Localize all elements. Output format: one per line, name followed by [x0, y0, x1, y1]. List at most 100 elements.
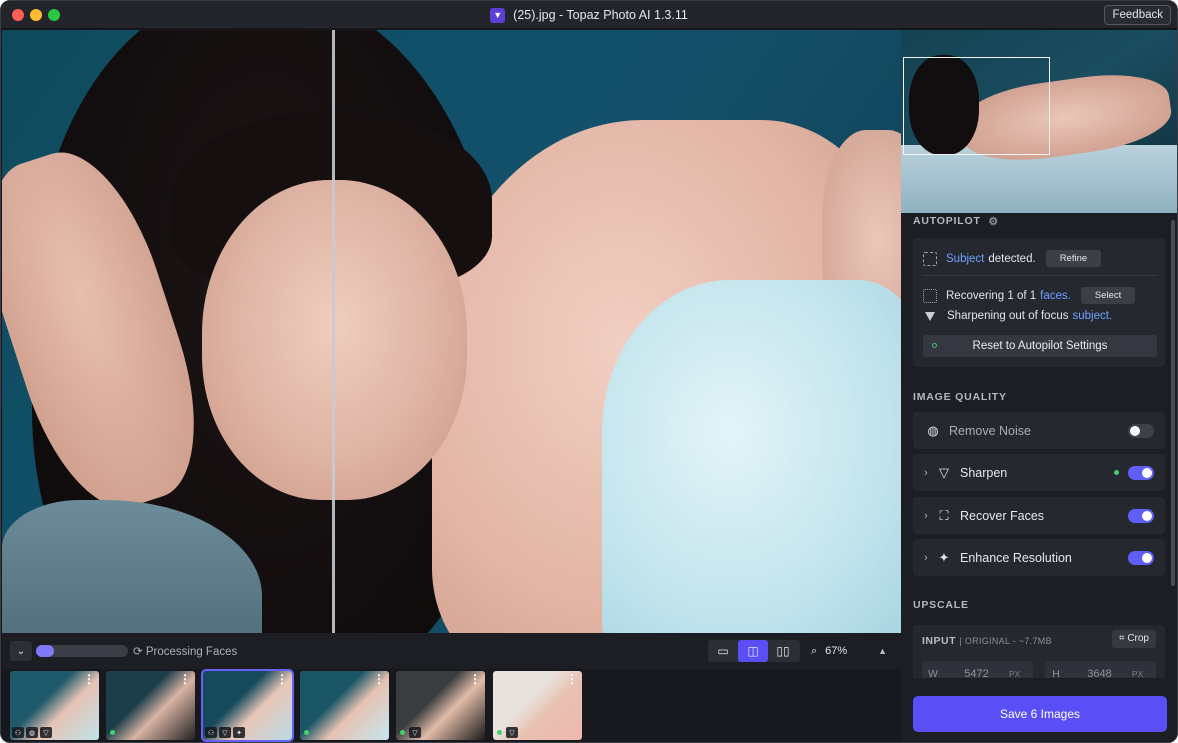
chevron-up-icon[interactable]: ▲	[878, 646, 887, 656]
zoom-icon: ⌕	[811, 644, 818, 657]
sparkle-icon: ✦	[233, 727, 245, 738]
sharpen-icon: ▽	[939, 464, 949, 480]
processing-progress-bar	[36, 645, 128, 657]
thumbnail-menu-icon[interactable]: ⋮	[179, 673, 191, 685]
tool-sharpen[interactable]: › ▽ Sharpen	[913, 454, 1165, 491]
upscale-title: UPSCALE	[913, 599, 969, 611]
width-field[interactable]: W 5472 PX	[922, 661, 1033, 678]
chevron-right-icon[interactable]: ›	[924, 510, 934, 522]
reset-autopilot-button[interactable]: Reset to Autopilot Settings	[923, 335, 1157, 357]
filmstrip-thumbnail[interactable]: ⋮	[106, 671, 195, 740]
thumbnail-menu-icon[interactable]: ⋮	[566, 673, 578, 685]
crop-button[interactable]: ⌗ Crop	[1111, 630, 1156, 648]
recovering-text: Recovering 1 of 1	[946, 289, 1037, 302]
remove-noise-toggle[interactable]	[1128, 424, 1154, 438]
input-title: INPUT	[922, 635, 956, 647]
filmstrip-thumbnail[interactable]: ⋮ ⚇ ▽ ✦	[201, 669, 294, 742]
face-detect-icon	[923, 288, 937, 303]
enhance-resolution-toggle[interactable]	[1128, 551, 1154, 565]
thumbnail-badges	[108, 727, 117, 738]
subject-link[interactable]: Subject	[946, 253, 984, 265]
tool-enhance-resolution-label: Enhance Resolution	[960, 550, 1072, 565]
spinner-icon: ⟳	[133, 646, 143, 658]
width-key: W	[928, 668, 938, 678]
collapse-filmstrip-button[interactable]: ⌄	[10, 641, 32, 661]
settings-panel: AUTOPILOT ⚙ Subject detected. Refine Rec…	[901, 30, 1177, 742]
zoom-value: 67%	[825, 645, 848, 657]
preview-toolbar: ⌄ ⟳ Processing Faces ▭ ◫ ▯▯ ⌕ 67% ▲	[2, 633, 901, 669]
chevron-right-icon[interactable]: ›	[924, 467, 934, 479]
filmstrip-thumbnail[interactable]: ⋮ ▽	[493, 671, 582, 740]
width-value: 5472	[964, 668, 989, 678]
thumbnail-menu-icon[interactable]: ⋮	[373, 673, 385, 685]
split-view-button[interactable]: ◫	[738, 640, 768, 662]
app-window: ▼ (25).jpg - Topaz Photo AI 1.3.11 Feedb…	[0, 0, 1178, 743]
select-faces-button[interactable]: Select	[1080, 287, 1136, 304]
status-dot-icon	[497, 730, 502, 735]
sharpen-icon: ▽	[219, 727, 231, 738]
sharpening-text: Sharpening out of focus	[947, 310, 1069, 322]
image-quality-title: IMAGE QUALITY	[913, 391, 1007, 403]
faces-link[interactable]: faces.	[1040, 290, 1071, 302]
thumbnail-menu-icon[interactable]: ⋮	[276, 673, 288, 685]
save-images-button[interactable]: Save 6 Images	[913, 696, 1167, 732]
tool-recover-faces[interactable]: › ⛶ Recover Faces	[913, 497, 1165, 534]
subject-detected-text: detected.	[988, 252, 1036, 265]
side-by-side-view-icon: ▯▯	[776, 644, 790, 658]
height-field[interactable]: H 3648 PX	[1045, 661, 1156, 678]
navigator-thumbnail[interactable]	[901, 30, 1177, 213]
sparkle-icon: ✦	[938, 549, 950, 565]
height-key: H	[1052, 668, 1060, 678]
autopilot-header: AUTOPILOT ⚙	[913, 215, 999, 228]
recover-faces-toggle[interactable]	[1128, 509, 1154, 523]
sharpening-row: Sharpening out of focus subject.	[923, 310, 1112, 322]
thumbnail-menu-icon[interactable]: ⋮	[469, 673, 481, 685]
navigator-viewport-rect[interactable]	[903, 57, 1050, 155]
modified-indicator	[1114, 470, 1119, 475]
autopilot-title: AUTOPILOT	[913, 215, 981, 227]
thumbnail-badges: ▽	[495, 727, 518, 738]
thumbnail-badges: ▽	[398, 727, 421, 738]
upscale-input-card: INPUT | ORIGINAL - ~7.7MB ⌗ Crop W 5472 …	[913, 625, 1165, 678]
tool-enhance-resolution[interactable]: › ✦ Enhance Resolution	[913, 539, 1165, 576]
filmstrip-thumbnail[interactable]: ⋮ ▽	[396, 671, 485, 740]
tool-remove-noise[interactable]: ◍ Remove Noise	[913, 412, 1165, 449]
filmstrip-thumbnail[interactable]: ⋮	[300, 671, 389, 740]
title-bar: ▼ (25).jpg - Topaz Photo AI 1.3.11 Feedb…	[1, 1, 1177, 29]
status-dot-icon	[932, 343, 937, 348]
status-dot-icon	[110, 730, 115, 735]
filmstrip-thumbnail[interactable]: ⋮ ⚇ ◍ ▽	[10, 671, 99, 740]
sharpen-toggle[interactable]	[1128, 466, 1154, 480]
subject-row: Subject detected. Refine	[923, 250, 1102, 267]
gear-icon[interactable]: ⚙	[988, 215, 999, 228]
chevron-down-icon: ⌄	[16, 645, 26, 657]
compare-split-handle[interactable]	[332, 30, 335, 633]
autopilot-card: Subject detected. Refine Recovering 1 of…	[913, 238, 1165, 367]
sharpen-icon: ▽	[40, 727, 52, 738]
autopilot-divider	[923, 275, 1157, 276]
zoom-control[interactable]: ⌕ 67% ▲	[803, 640, 895, 662]
thumbnail-menu-icon[interactable]: ⋮	[83, 673, 95, 685]
view-mode-group: ▭ ◫ ▯▯	[708, 640, 800, 662]
height-value: 3648	[1087, 668, 1112, 678]
noise-icon: ◍	[927, 422, 939, 438]
sharpen-icon: ▽	[506, 727, 518, 738]
image-preview[interactable]	[2, 30, 901, 633]
people-icon: ⚇	[12, 727, 24, 738]
sharpening-subject-link[interactable]: subject.	[1072, 310, 1112, 322]
sharpen-icon: ▽	[409, 727, 421, 738]
feedback-button[interactable]: Feedback	[1104, 5, 1171, 25]
side-by-side-view-button[interactable]: ▯▯	[768, 640, 798, 662]
progress-fill	[36, 645, 55, 657]
toggle-knob	[1142, 468, 1152, 478]
split-view-icon: ◫	[747, 644, 759, 658]
panel-scrollbar[interactable]	[1171, 220, 1175, 586]
input-size-info: | ORIGINAL - ~7.7MB	[959, 636, 1052, 646]
topaz-logo-icon: ▼	[490, 7, 506, 23]
chevron-right-icon[interactable]: ›	[924, 552, 934, 564]
face-icon: ⛶	[939, 507, 949, 523]
single-view-button[interactable]: ▭	[708, 640, 738, 662]
thumbnail-badges: ⚇ ▽ ✦	[205, 727, 245, 738]
refine-button[interactable]: Refine	[1045, 250, 1102, 267]
people-icon: ⚇	[205, 727, 217, 738]
